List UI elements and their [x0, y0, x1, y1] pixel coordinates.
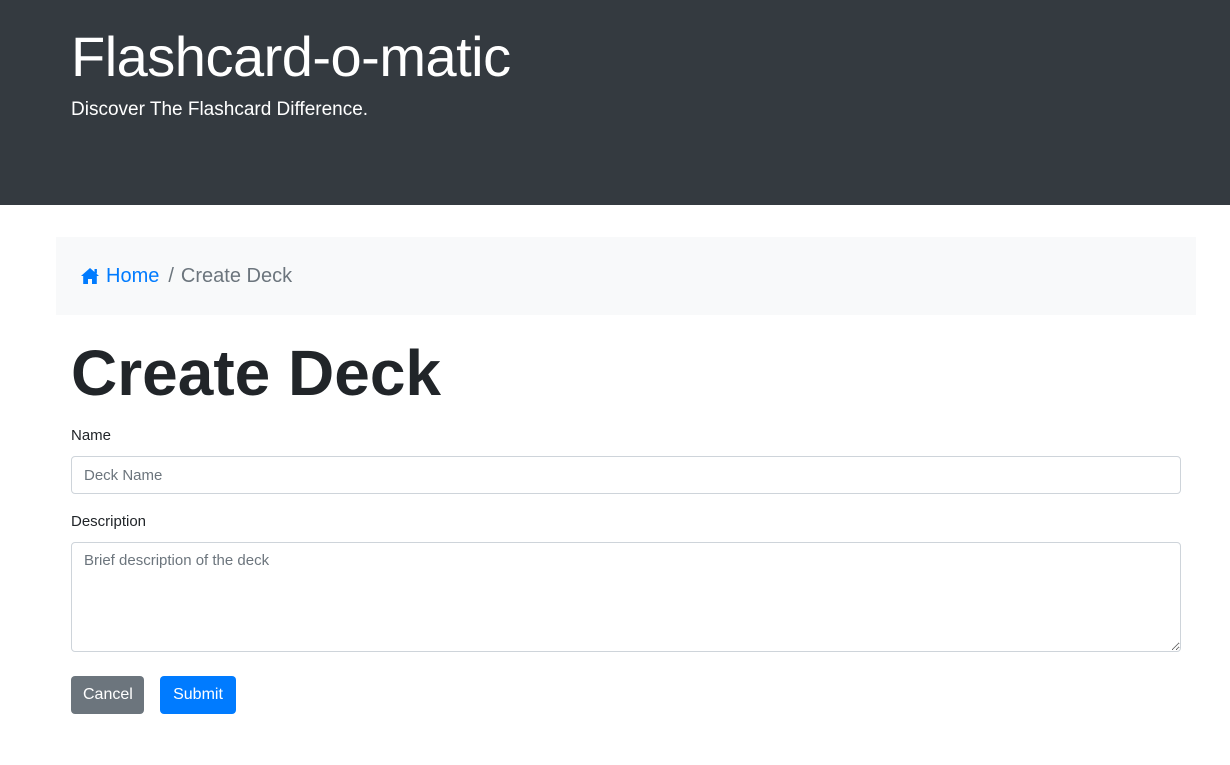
- page-title: Create Deck: [71, 337, 441, 409]
- name-label: Name: [71, 427, 112, 444]
- deck-name-input[interactable]: [71, 456, 1181, 494]
- breadcrumb: Home / Create Deck: [56, 237, 1196, 315]
- home-icon: [81, 268, 99, 284]
- breadcrumb-home-label: Home: [106, 264, 160, 287]
- app-tagline: Discover The Flashcard Difference.: [71, 99, 369, 120]
- submit-button[interactable]: Submit: [160, 676, 236, 714]
- app-title: Flashcard-o-matic: [71, 25, 511, 88]
- deck-description-textarea[interactable]: [71, 542, 1181, 652]
- breadcrumb-separator: /: [168, 264, 174, 287]
- cancel-button[interactable]: Cancel: [71, 676, 144, 714]
- breadcrumb-current: Create Deck: [180, 264, 293, 287]
- app-header: Flashcard-o-matic Discover The Flashcard…: [0, 0, 1230, 205]
- breadcrumb-home-link[interactable]: Home: [80, 265, 159, 288]
- description-label: Description: [71, 513, 147, 530]
